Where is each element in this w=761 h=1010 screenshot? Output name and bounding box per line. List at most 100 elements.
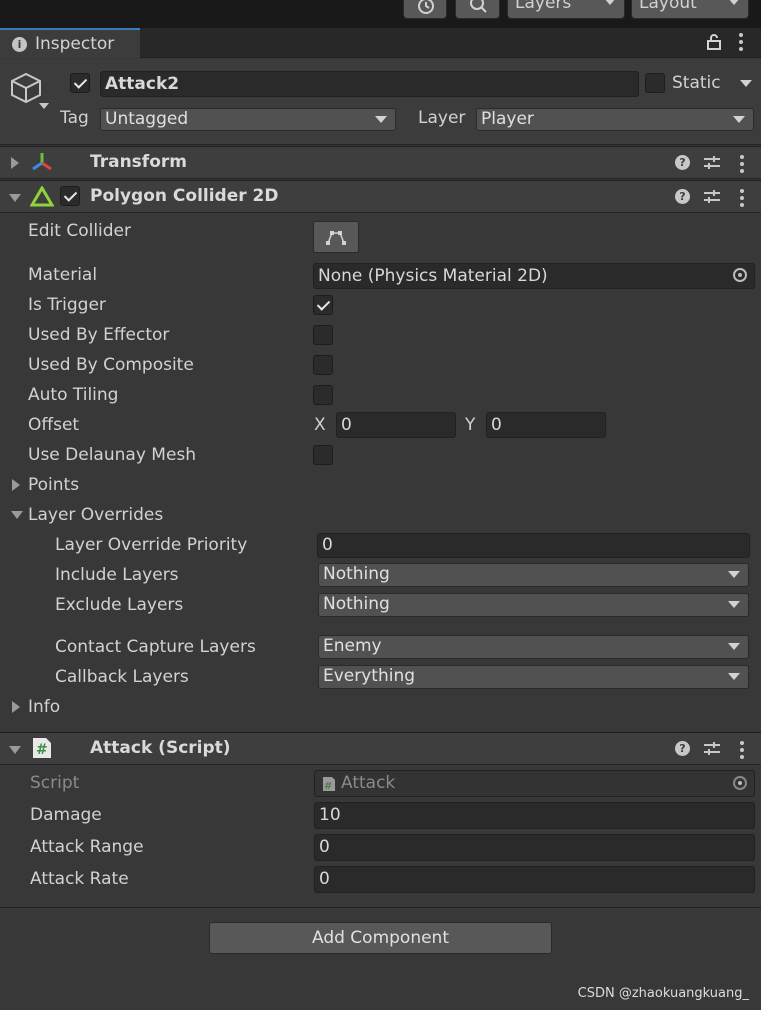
offset-x-label: X [314, 415, 326, 435]
include-layers-dropdown[interactable]: Nothing [318, 563, 749, 587]
points-foldout-icon[interactable] [12, 479, 20, 491]
transform-icon [32, 153, 52, 171]
contact-capture-dropdown[interactable]: Enemy [318, 635, 749, 659]
attack-range-label: Attack Range [30, 837, 144, 857]
foldout-expanded-icon[interactable] [9, 194, 21, 202]
script-label: Script [30, 773, 80, 793]
layer-overrides-foldout-icon[interactable] [11, 511, 23, 519]
auto-tiling-checkbox[interactable] [313, 385, 333, 405]
attack-rate-label: Attack Rate [30, 869, 129, 889]
layer-override-priority-input[interactable]: 0 [317, 533, 750, 558]
points-foldout[interactable]: Points [28, 475, 79, 495]
edit-collider-label: Edit Collider [28, 221, 132, 241]
help-icon[interactable]: ? [675, 155, 690, 170]
used-by-effector-checkbox[interactable] [313, 325, 333, 345]
attack-script-header[interactable]: # Attack (Script) ? [0, 732, 761, 765]
attack-range-input[interactable]: 0 [314, 834, 755, 861]
material-value: None (Physics Material 2D) [318, 266, 548, 286]
layer-dropdown[interactable]: Player [476, 108, 754, 131]
auto-tiling-label: Auto Tiling [28, 385, 119, 405]
presets-icon[interactable] [704, 156, 720, 170]
layout-dropdown[interactable]: Layout [631, 0, 749, 19]
object-picker-icon [733, 776, 747, 790]
is-trigger-checkbox[interactable] [313, 295, 333, 315]
history-icon [418, 0, 434, 14]
add-component-button[interactable]: Add Component [209, 922, 552, 954]
static-checkbox[interactable] [645, 73, 665, 93]
chevron-down-icon [604, 0, 616, 5]
chevron-down-icon [728, 673, 740, 680]
history-button[interactable] [403, 0, 447, 19]
chevron-down-icon [375, 116, 387, 123]
chevron-down-icon [728, 0, 740, 5]
used-by-composite-label: Used By Composite [28, 355, 194, 375]
exclude-layers-value: Nothing [323, 594, 390, 614]
component-menu-icon[interactable] [740, 189, 744, 210]
tag-dropdown[interactable]: Untagged [100, 108, 396, 131]
gameobject-active-checkbox[interactable] [70, 73, 90, 93]
static-label: Static [672, 73, 721, 93]
help-icon[interactable]: ? [675, 189, 690, 204]
gameobject-icon[interactable] [8, 70, 52, 112]
layer-label: Layer [418, 108, 466, 128]
chevron-down-icon [728, 601, 740, 608]
script-field: Attack [314, 770, 755, 797]
help-icon[interactable]: ? [675, 741, 690, 756]
object-picker-icon[interactable] [733, 268, 747, 282]
attack-script-title: Attack (Script) [90, 738, 231, 758]
svg-text:#: # [36, 742, 48, 758]
presets-icon[interactable] [704, 190, 720, 204]
offset-x-input[interactable]: 0 [336, 412, 456, 438]
tag-value: Untagged [105, 109, 189, 129]
info-foldout-icon[interactable] [12, 701, 20, 713]
contact-capture-value: Enemy [323, 636, 382, 656]
layout-label: Layout [639, 0, 697, 13]
used-by-composite-checkbox[interactable] [313, 355, 333, 375]
is-trigger-label: Is Trigger [28, 295, 106, 315]
layers-label: Layers [515, 0, 572, 13]
include-layers-value: Nothing [323, 564, 390, 584]
layers-dropdown[interactable]: Layers [507, 0, 625, 19]
foldout-expanded-icon[interactable] [9, 746, 21, 754]
offset-y-label: Y [465, 415, 476, 435]
use-delaunay-checkbox[interactable] [313, 445, 333, 465]
tab-menu-icon[interactable] [739, 33, 743, 54]
static-dropdown-arrow[interactable] [740, 80, 752, 87]
watermark: CSDN @zhaokuangkuang_ [577, 986, 749, 1001]
damage-input[interactable]: 10 [314, 802, 755, 829]
component-menu-icon[interactable] [740, 741, 744, 762]
callback-layers-dropdown[interactable]: Everything [318, 665, 749, 689]
material-field[interactable]: None (Physics Material 2D) [313, 263, 755, 289]
tab-inspector[interactable]: i Inspector [0, 28, 140, 58]
presets-icon[interactable] [704, 742, 720, 756]
callback-layers-value: Everything [323, 666, 416, 686]
layer-value: Player [481, 109, 534, 129]
attack-rate-input[interactable]: 0 [314, 866, 755, 893]
layer-overrides-foldout[interactable]: Layer Overrides [28, 505, 163, 525]
edit-collider-button[interactable] [313, 221, 359, 253]
chevron-down-icon [728, 643, 740, 650]
offset-y-input[interactable]: 0 [486, 412, 606, 438]
polygon-collider-header[interactable]: Polygon Collider 2D ? [0, 180, 761, 213]
chevron-down-icon [733, 116, 745, 123]
search-button[interactable] [455, 0, 500, 19]
edit-polygon-icon [326, 231, 346, 245]
material-label: Material [28, 265, 98, 285]
tab-label: Inspector [35, 34, 115, 54]
script-file-icon: # [323, 777, 335, 792]
tag-label: Tag [60, 108, 89, 128]
exclude-layers-dropdown[interactable]: Nothing [318, 593, 749, 617]
use-delaunay-label: Use Delaunay Mesh [28, 445, 197, 465]
gameobject-name-input[interactable]: Attack2 [100, 71, 639, 97]
layer-override-priority-label: Layer Override Priority [55, 535, 248, 555]
lock-icon[interactable] [706, 33, 722, 51]
callback-layers-label: Callback Layers [55, 667, 189, 687]
top-toolbar: Layers Layout [0, 0, 761, 28]
script-icon: # [33, 738, 51, 758]
damage-label: Damage [30, 805, 102, 825]
polygon-collider-enabled-checkbox[interactable] [60, 186, 80, 206]
info-foldout[interactable]: Info [28, 697, 60, 717]
component-menu-icon[interactable] [740, 155, 744, 176]
foldout-collapsed-icon[interactable] [11, 157, 19, 169]
transform-header[interactable]: Transform ? [0, 146, 761, 179]
